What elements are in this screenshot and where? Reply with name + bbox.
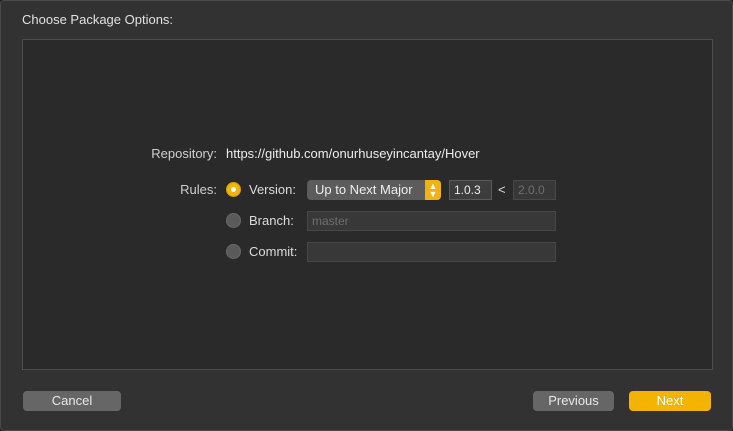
- next-button[interactable]: Next: [629, 391, 711, 411]
- version-rule-popup[interactable]: Up to Next Major ▲ ▼: [307, 180, 441, 200]
- version-upper-bound-field[interactable]: 2.0.0: [513, 180, 556, 200]
- branch-label: Branch:: [249, 213, 294, 228]
- package-options-sheet: Choose Package Options: Repository: http…: [0, 0, 733, 431]
- version-rule-value: Up to Next Major: [315, 182, 413, 197]
- sheet-title: Choose Package Options:: [22, 12, 174, 27]
- version-label: Version:: [249, 182, 296, 197]
- previous-button[interactable]: Previous: [533, 391, 614, 411]
- cancel-button[interactable]: Cancel: [23, 391, 121, 411]
- branch-field[interactable]: master: [307, 211, 556, 231]
- rules-label: Rules:: [180, 182, 217, 197]
- commit-label: Commit:: [249, 244, 298, 259]
- repository-label: Repository:: [151, 146, 217, 161]
- version-lower-bound-field[interactable]: 1.0.3: [449, 180, 492, 200]
- commit-radio[interactable]: [226, 244, 241, 259]
- options-panel: [22, 39, 713, 370]
- chevron-up-down-icon: ▲ ▼: [425, 180, 441, 200]
- repository-url: https://github.com/onurhuseyincantay/Hov…: [226, 146, 480, 161]
- branch-radio[interactable]: [226, 213, 241, 228]
- less-than-symbol: <: [498, 182, 506, 197]
- version-radio[interactable]: [226, 182, 241, 197]
- commit-field[interactable]: [307, 242, 556, 262]
